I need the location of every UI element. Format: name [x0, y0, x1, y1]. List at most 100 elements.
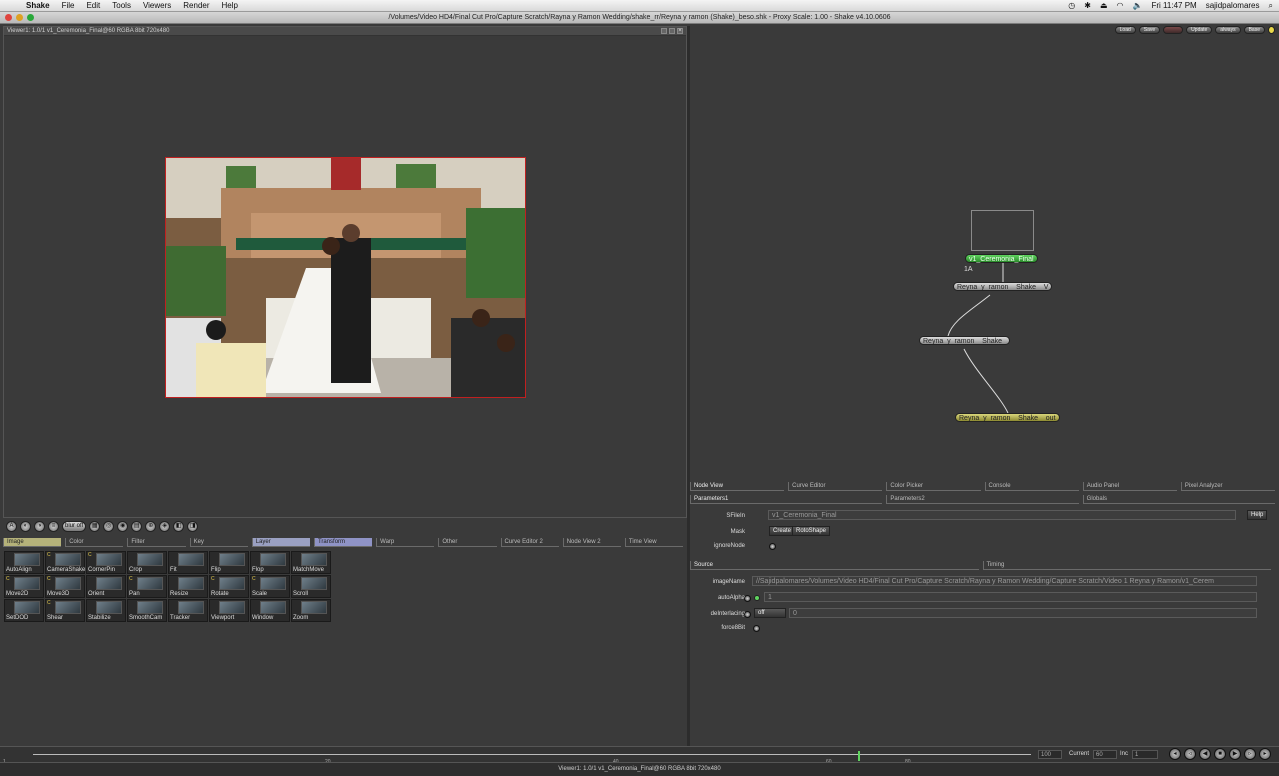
tab-transform[interactable]: Transform [313, 538, 373, 547]
node-op-1[interactable]: Reyna_y_ramon__Shake__V [953, 282, 1053, 291]
menu-app-name[interactable]: Shake [20, 0, 56, 12]
fast-forward-icon[interactable]: ▸ [1259, 748, 1271, 760]
mask-shape-dropdown[interactable]: RotoShape [792, 526, 831, 536]
menu-help[interactable]: Help [216, 0, 244, 12]
menu-render[interactable]: Render [177, 0, 215, 12]
tab-color[interactable]: Color [65, 538, 124, 547]
tab-pixel-analyzer[interactable]: Pixel Analyzer [1180, 482, 1276, 491]
tab-source[interactable]: Source [690, 561, 979, 570]
tool-window[interactable]: Window [250, 599, 290, 622]
tool-camerashake[interactable]: C CameraShake [45, 551, 85, 574]
tab-node-view[interactable]: Node View [690, 482, 785, 491]
tool-tracker[interactable]: Tracker [168, 599, 208, 622]
grid-button[interactable]: ▦ [89, 520, 101, 532]
step-back-icon[interactable]: ◃ [1184, 748, 1196, 760]
node-view-pane[interactable]: Load Save Update always Base v1_Ceremoni… [690, 26, 1279, 482]
deinterlacing-anim-icon[interactable] [744, 611, 751, 618]
tool-flop[interactable]: Flop [250, 551, 290, 574]
ignorenode-toggle[interactable] [769, 543, 776, 550]
tab-warp[interactable]: Warp [376, 538, 435, 547]
compare-mode-button[interactable]: ◈ [159, 520, 171, 532]
viewer-expand-icon[interactable] [669, 28, 675, 34]
tool-shear[interactable]: C Shear [45, 599, 85, 622]
user-name[interactable]: sajidpalomares [1206, 0, 1260, 12]
menu-tools[interactable]: Tools [106, 0, 137, 12]
lookup-button[interactable]: ≡ [48, 520, 59, 532]
tool-resize[interactable]: Resize [168, 575, 208, 598]
update-button[interactable]: ◉ [117, 520, 129, 532]
tab-curve-editor-2[interactable]: Curve Editor 2 [500, 538, 559, 547]
node-output[interactable]: Reyna_y_ramon__Shake__out [955, 413, 1060, 422]
deinterlacing-field[interactable]: 0 [789, 608, 1257, 618]
play-back-icon[interactable]: ◀ [1199, 748, 1211, 760]
tab-time-view[interactable]: Time View [624, 538, 684, 547]
tab-other[interactable]: Other [438, 538, 497, 547]
wipe-button[interactable]: ◧ [173, 520, 185, 532]
force8bit-toggle[interactable] [753, 625, 760, 632]
eject-icon[interactable]: ⏏ [1100, 0, 1108, 12]
tool-fit[interactable]: Fit [168, 551, 208, 574]
end-frame-field[interactable]: 100 [1038, 750, 1062, 759]
tab-parameters2[interactable]: Parameters2 [886, 495, 1079, 504]
viewer-pane[interactable]: Viewer1: 1.0/1 v1_Ceremonia_Final@60 RGB… [3, 26, 687, 518]
tool-zoom[interactable]: Zoom [291, 599, 331, 622]
bluetooth-icon[interactable]: ✱ [1084, 0, 1091, 12]
tool-autoalign[interactable]: AutoAlign [4, 551, 44, 574]
tab-audio-panel[interactable]: Audio Panel [1082, 482, 1177, 491]
viewer-close-icon[interactable]: × [677, 28, 683, 34]
tool-cornerpin[interactable]: C CornerPin [86, 551, 126, 574]
step-forward-icon[interactable]: ▹ [1244, 748, 1256, 760]
tab-timing[interactable]: Timing [982, 561, 1271, 570]
tool-crop[interactable]: Crop [127, 551, 167, 574]
tab-filter[interactable]: Filter [127, 538, 186, 547]
tab-layer[interactable]: Layer [251, 538, 310, 547]
tool-setdod[interactable]: SetDOD [4, 599, 44, 622]
autoalpha-field[interactable]: 1 [764, 592, 1257, 602]
tab-image[interactable]: Image [3, 538, 62, 547]
time-machine-icon[interactable]: ◷ [1068, 0, 1075, 12]
tool-flip[interactable]: Flip [209, 551, 249, 574]
node-filein[interactable]: v1_Ceremonia_Final [965, 254, 1038, 263]
tab-console[interactable]: Console [984, 482, 1079, 491]
overlay-button[interactable]: ⊕ [145, 520, 157, 532]
minimize-window-icon[interactable] [16, 14, 23, 21]
autoalpha-anim-icon[interactable] [744, 595, 751, 602]
playhead[interactable] [858, 751, 860, 761]
blur-off-button[interactable]: blur off [62, 520, 87, 532]
tool-rotate[interactable]: C Rotate [209, 575, 249, 598]
tool-smoothcam[interactable]: SmoothCam [127, 599, 167, 622]
tab-parameters1[interactable]: Parameters1 [690, 495, 883, 504]
help-button[interactable]: Help [1247, 510, 1268, 520]
inc-field[interactable]: 1 [1132, 750, 1158, 759]
viewer-float-icon[interactable] [661, 28, 667, 34]
tab-curve-editor[interactable]: Curve Editor [788, 482, 883, 491]
menu-file[interactable]: File [56, 0, 81, 12]
deinterlacing-dropdown[interactable]: off [754, 608, 786, 618]
imagename-field[interactable]: //Sajidpalomares/Volumes/Video HD4/Final… [752, 576, 1257, 586]
play-icon[interactable]: ▶ [1229, 748, 1241, 760]
tab-node-view-2[interactable]: Node View 2 [562, 538, 621, 547]
menu-viewers[interactable]: Viewers [137, 0, 177, 12]
wifi-icon[interactable]: ◠ [1117, 0, 1124, 12]
close-window-icon[interactable] [5, 14, 12, 21]
spotlight-search-icon[interactable]: ⌕ [1269, 0, 1273, 12]
zoom-window-icon[interactable] [27, 14, 34, 21]
tool-pan[interactable]: C Pan [127, 575, 167, 598]
tool-scale[interactable]: C Scale [250, 575, 290, 598]
tool-move2d[interactable]: C Move2D [4, 575, 44, 598]
viewer-channel-button[interactable]: A [6, 520, 17, 532]
tool-viewport[interactable]: Viewport [209, 599, 249, 622]
current-frame-field[interactable]: 60 [1093, 750, 1117, 759]
stop-icon[interactable]: ■ [1214, 748, 1226, 760]
tab-key[interactable]: Key [189, 538, 248, 547]
tool-scroll[interactable]: Scroll [291, 575, 331, 598]
tool-move3d[interactable]: C Move3D [45, 575, 85, 598]
menu-edit[interactable]: Edit [80, 0, 106, 12]
compare-button[interactable]: ◑ [34, 520, 45, 532]
filein-field[interactable]: v1_Ceremonia_Final [768, 510, 1236, 520]
script-button[interactable]: ▤ [131, 520, 143, 532]
rewind-icon[interactable]: ◂ [1169, 748, 1181, 760]
color-picker-button[interactable]: ◐ [20, 520, 31, 532]
tab-globals[interactable]: Globals [1082, 495, 1275, 504]
tool-orient[interactable]: Orient [86, 575, 126, 598]
